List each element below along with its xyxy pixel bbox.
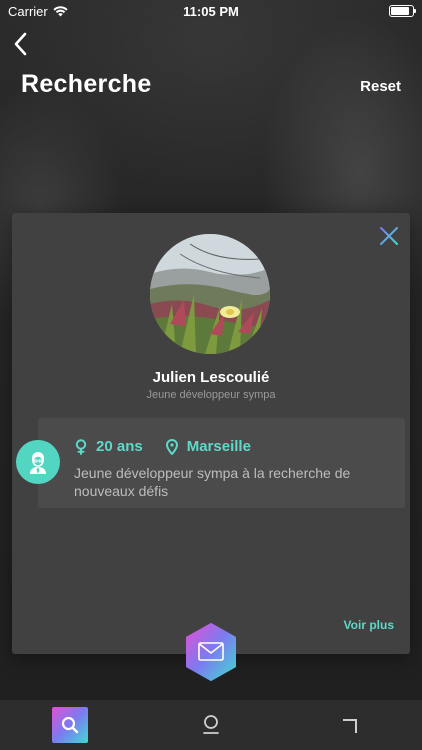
- crop-icon: [343, 719, 357, 733]
- profile-subtitle: Jeune développeur sympa: [146, 389, 276, 401]
- age-label: 20 ans: [96, 438, 143, 455]
- see-more-link[interactable]: Voir plus: [344, 618, 394, 632]
- tab-bar: [0, 700, 422, 750]
- tab-profile[interactable]: [193, 707, 229, 743]
- tab-crop[interactable]: [333, 707, 369, 743]
- age-item: 20 ans: [74, 438, 143, 455]
- chevron-left-icon: [14, 32, 27, 56]
- search-icon: [61, 716, 79, 734]
- profile-meta: 20 ans Marseille: [74, 438, 273, 455]
- page-title: Recherche: [21, 70, 152, 98]
- message-button[interactable]: [184, 622, 238, 682]
- battery-icon: [389, 5, 416, 17]
- profile-description: Jeune développeur sympa à la recherche d…: [74, 465, 351, 499]
- close-icon: [380, 227, 398, 245]
- location-pin-icon: [165, 438, 178, 455]
- city-item: Marseille: [165, 438, 251, 455]
- clock: 11:05 PM: [183, 3, 239, 19]
- city-label: Marseille: [186, 438, 251, 455]
- close-button[interactable]: [378, 225, 400, 247]
- back-button[interactable]: [10, 30, 34, 58]
- developer-avatar-icon: [30, 452, 46, 474]
- battery-level: [391, 7, 409, 15]
- profile-photo: [150, 234, 270, 354]
- profile-photo-image: [150, 234, 270, 354]
- reset-button[interactable]: Reset: [360, 78, 401, 95]
- status-bar: Carrier 11:05 PM: [0, 0, 422, 22]
- profile-icon: [203, 715, 219, 734]
- gender-icon: [75, 438, 87, 455]
- profile-card: Julien Lescoulié Jeune développeur sympa…: [12, 213, 410, 654]
- profile-name: Julien Lescoulié: [152, 369, 270, 386]
- mail-icon: [186, 623, 236, 681]
- tab-search[interactable]: [52, 707, 88, 743]
- avatar: [16, 440, 60, 484]
- info-box: 20 ans Marseille Jeune développeur sympa…: [38, 418, 405, 508]
